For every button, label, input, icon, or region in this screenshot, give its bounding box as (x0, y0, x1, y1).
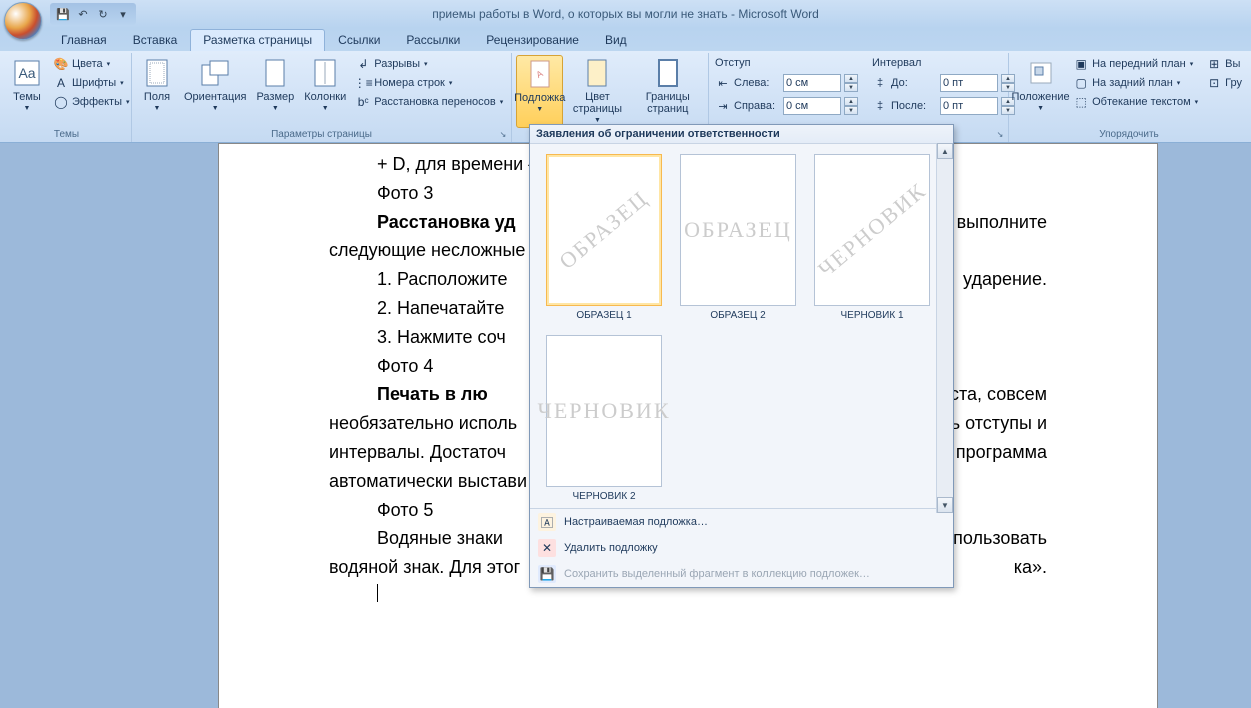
watermark-item-sample1[interactable]: ОБРАЗЕЦ ОБРАЗЕЦ 1 (544, 154, 664, 321)
wrap-icon: ⬚ (1073, 94, 1089, 110)
align-button[interactable]: ⊞Вы (1203, 55, 1245, 73)
indent-left-icon: ⇤ (715, 75, 731, 91)
spacing-after-icon: ‡ (872, 98, 888, 114)
save-watermark-item: 💾 Сохранить выделенный фрагмент в коллек… (530, 561, 953, 587)
orientation-button[interactable]: Ориентация▼ (180, 55, 250, 128)
effects-icon: ◯ (53, 94, 69, 110)
watermark-item-draft2[interactable]: ЧЕРНОВИК ЧЕРНОВИК 2 (544, 335, 664, 502)
group-themes: Aa Темы ▼ 🎨Цвета▾ AШрифты▾ ◯Эффекты▾ Тем… (2, 53, 132, 142)
indent-right-icon: ⇥ (715, 98, 731, 114)
remove-watermark-icon: ✕ (538, 539, 556, 557)
columns-button[interactable]: Колонки▼ (300, 55, 350, 128)
spin-down-icon[interactable]: ▼ (844, 106, 858, 115)
tab-references[interactable]: Ссылки (325, 29, 393, 51)
spacing-before-icon: ‡ (872, 75, 888, 91)
paragraph-launcher[interactable]: ↘ (994, 128, 1006, 140)
save-icon[interactable]: 💾 (54, 5, 72, 23)
themes-button[interactable]: Aa Темы ▼ (6, 55, 48, 128)
size-icon (259, 57, 291, 89)
qat-customize-icon[interactable]: ▾ (114, 5, 132, 23)
group-page-setup-label: Параметры страницы (136, 128, 507, 142)
margins-icon (141, 57, 173, 89)
hyphenation-button[interactable]: bᶜРасстановка переносов▾ (352, 93, 506, 111)
spin-down-icon[interactable]: ▼ (844, 83, 858, 92)
breaks-icon: ↲ (355, 56, 371, 72)
send-back-icon: ▢ (1073, 75, 1089, 91)
gallery-scrollbar[interactable]: ▲ ▼ (936, 143, 953, 513)
undo-icon[interactable]: ↶ (74, 5, 92, 23)
orientation-icon (199, 57, 231, 89)
group-icon: ⊡ (1206, 75, 1222, 91)
position-icon (1025, 57, 1057, 89)
line-numbers-button[interactable]: ⋮≡Номера строк▾ (352, 74, 506, 92)
tab-mailings[interactable]: Рассылки (393, 29, 473, 51)
margins-button[interactable]: Поля▼ (136, 55, 178, 128)
theme-fonts-button[interactable]: AШрифты▾ (50, 74, 133, 92)
tab-review[interactable]: Рецензирование (473, 29, 592, 51)
spin-up-icon[interactable]: ▲ (844, 97, 858, 106)
tab-view[interactable]: Вид (592, 29, 640, 51)
save-watermark-icon: 💾 (538, 565, 556, 583)
spacing-before-input[interactable]: 0 пт (940, 74, 998, 92)
window-title: приемы работы в Word, о которых вы могли… (432, 7, 819, 21)
watermark-gallery: Заявления об ограничении ответственности… (529, 124, 954, 588)
title-bar: 💾 ↶ ↻ ▾ приемы работы в Word, о которых … (0, 0, 1251, 28)
indent-right-input[interactable]: 0 см (783, 97, 841, 115)
text-wrapping-button[interactable]: ⬚Обтекание текстом▾ (1070, 93, 1201, 111)
group-themes-label: Темы (6, 128, 127, 142)
spacing-after-input[interactable]: 0 пт (940, 97, 998, 115)
send-to-back-button[interactable]: ▢На задний план▾ (1070, 74, 1201, 92)
columns-icon (309, 57, 341, 89)
page-borders-button[interactable]: Границы страниц (632, 55, 704, 128)
watermark-item-sample2[interactable]: ОБРАЗЕЦ ОБРАЗЕЦ 2 (678, 154, 798, 321)
custom-watermark-item[interactable]: 🄰 Настраиваемая подложка… (530, 509, 953, 535)
tab-page-layout[interactable]: Разметка страницы (190, 29, 325, 51)
indent-left-input[interactable]: 0 см (783, 74, 841, 92)
quick-access-toolbar: 💾 ↶ ↻ ▾ (50, 3, 136, 25)
theme-effects-button[interactable]: ◯Эффекты▾ (50, 93, 133, 111)
watermark-icon: A (524, 58, 556, 90)
tab-insert[interactable]: Вставка (120, 29, 191, 51)
page-color-button[interactable]: Цвет страницы▼ (565, 55, 629, 128)
watermark-item-draft1[interactable]: ЧЕРНОВИК ЧЕРНОВИК 1 (812, 154, 932, 321)
bring-to-front-button[interactable]: ▣На передний план▾ (1070, 55, 1201, 73)
position-button[interactable]: Положение▼ (1013, 55, 1068, 128)
redo-icon[interactable]: ↻ (94, 5, 112, 23)
fonts-icon: A (53, 75, 69, 91)
hyphenation-icon: bᶜ (355, 94, 371, 110)
align-icon: ⊞ (1206, 56, 1222, 72)
office-button[interactable] (4, 2, 42, 40)
remove-watermark-item[interactable]: ✕ Удалить подложку (530, 535, 953, 561)
group-arrange: Положение▼ ▣На передний план▾ ▢На задний… (1009, 53, 1249, 142)
page-setup-launcher[interactable]: ↘ (497, 128, 509, 140)
bring-front-icon: ▣ (1073, 56, 1089, 72)
line-numbers-icon: ⋮≡ (355, 75, 371, 91)
tab-home[interactable]: Главная (48, 29, 120, 51)
group-arrange-label: Упорядочить (1013, 128, 1245, 142)
breaks-button[interactable]: ↲Разрывы▾ (352, 55, 506, 73)
svg-text:Aa: Aa (18, 65, 35, 81)
spin-up-icon[interactable]: ▲ (844, 74, 858, 83)
size-button[interactable]: Размер▼ (252, 55, 298, 128)
ribbon-tabs: Главная Вставка Разметка страницы Ссылки… (0, 28, 1251, 51)
page-color-icon (581, 57, 613, 89)
scroll-up-icon[interactable]: ▲ (937, 143, 953, 159)
scroll-down-icon[interactable]: ▼ (937, 497, 953, 513)
theme-colors-button[interactable]: 🎨Цвета▾ (50, 55, 133, 73)
group-button[interactable]: ⊡Гру (1203, 74, 1245, 92)
gallery-section-header: Заявления об ограничении ответственности (530, 125, 953, 144)
page-borders-icon (652, 57, 684, 89)
text-cursor (377, 584, 378, 602)
themes-icon: Aa (11, 57, 43, 89)
custom-watermark-icon: 🄰 (538, 513, 556, 531)
colors-icon: 🎨 (53, 56, 69, 72)
group-page-setup: Поля▼ Ориентация▼ Размер▼ Колонки▼ ↲Разр… (132, 53, 512, 142)
watermark-button[interactable]: A Подложка▼ (516, 55, 563, 128)
